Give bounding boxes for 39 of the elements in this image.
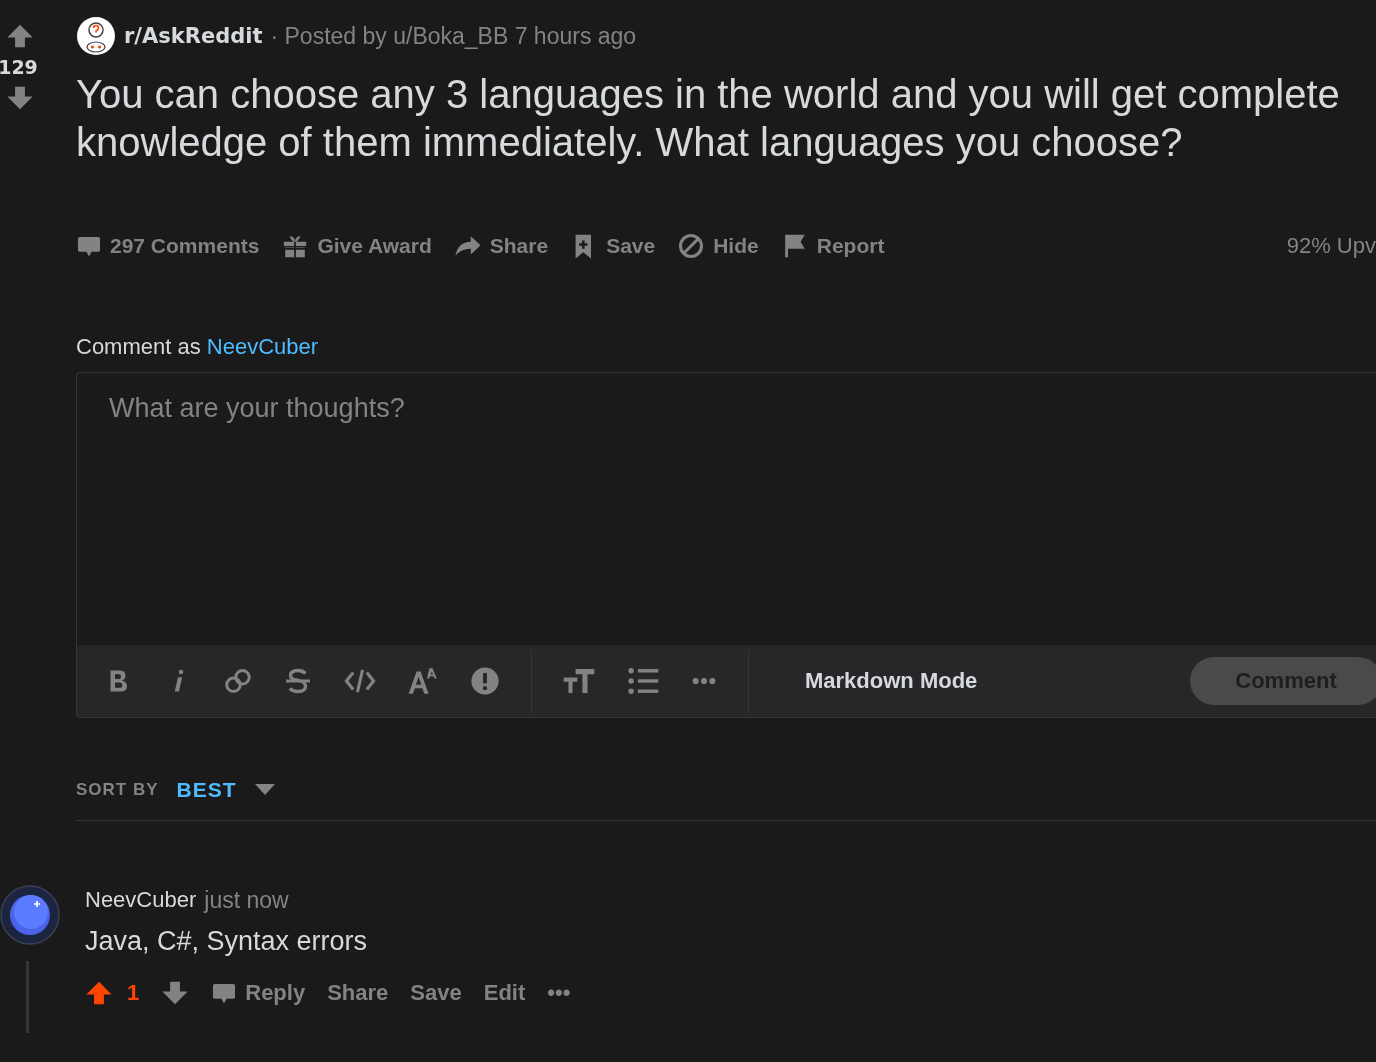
vote-count: 129 bbox=[0, 56, 38, 78]
subreddit-link[interactable]: r/AskReddit bbox=[124, 24, 263, 48]
avatar[interactable] bbox=[0, 885, 60, 945]
comment-action-button[interactable]: Share bbox=[327, 980, 389, 1006]
link-icon[interactable] bbox=[223, 666, 253, 696]
post-action-button[interactable]: 297 Comments bbox=[76, 233, 260, 259]
superscript-icon[interactable] bbox=[407, 665, 439, 697]
post-title[interactable]: You can choose any 3 languages in the world and you will get complete knowledge of them immediately. What languages you choose? bbox=[76, 70, 1376, 166]
more-icon[interactable] bbox=[690, 675, 718, 687]
sort-dropdown[interactable]: BEST bbox=[176, 778, 275, 802]
strikethrough-icon[interactable] bbox=[283, 666, 313, 696]
post-action-button[interactable]: Save bbox=[570, 232, 656, 260]
upvote-icon[interactable] bbox=[85, 979, 113, 1007]
post-action-button[interactable]: Share bbox=[453, 232, 549, 260]
upvote-icon[interactable] bbox=[6, 22, 34, 50]
comment-author[interactable]: NeevCuber bbox=[85, 887, 197, 914]
comment-action-button[interactable]: ••• bbox=[547, 980, 571, 1006]
post-action-button[interactable]: Give Award bbox=[281, 232, 432, 260]
comment-field[interactable]: What are your thoughts? bbox=[76, 372, 1376, 645]
comment-time: just now bbox=[204, 887, 289, 914]
caret-icon bbox=[254, 784, 275, 796]
downvote-icon[interactable] bbox=[6, 84, 34, 112]
post-action-button[interactable]: Hide bbox=[677, 232, 759, 260]
subreddit-icon[interactable] bbox=[76, 16, 116, 56]
hide-icon bbox=[677, 232, 706, 260]
username-link[interactable]: NeevCuber bbox=[206, 334, 319, 359]
comment-as-label: Comment as NeevCuber bbox=[76, 334, 320, 360]
post-action-button[interactable]: Report bbox=[780, 232, 885, 260]
comment-action-button[interactable]: Reply bbox=[211, 980, 306, 1006]
comment-action-button[interactable]: Save bbox=[410, 980, 462, 1006]
post-meta: · Posted by u/Boka_BB 7 hours ago bbox=[270, 22, 637, 50]
sort-label: SORT BY bbox=[76, 780, 159, 800]
markdown-mode-button[interactable]: Markdown Mode bbox=[805, 660, 978, 702]
spoiler-icon[interactable] bbox=[469, 665, 501, 697]
upvote-ratio: 92% Upv bbox=[1286, 233, 1376, 259]
comment-score: 1 bbox=[127, 980, 140, 1006]
comment-body: Java, C#, Syntax errors bbox=[85, 926, 369, 957]
downvote-icon[interactable] bbox=[161, 979, 190, 1007]
comment-action-button[interactable]: Edit bbox=[483, 980, 526, 1006]
